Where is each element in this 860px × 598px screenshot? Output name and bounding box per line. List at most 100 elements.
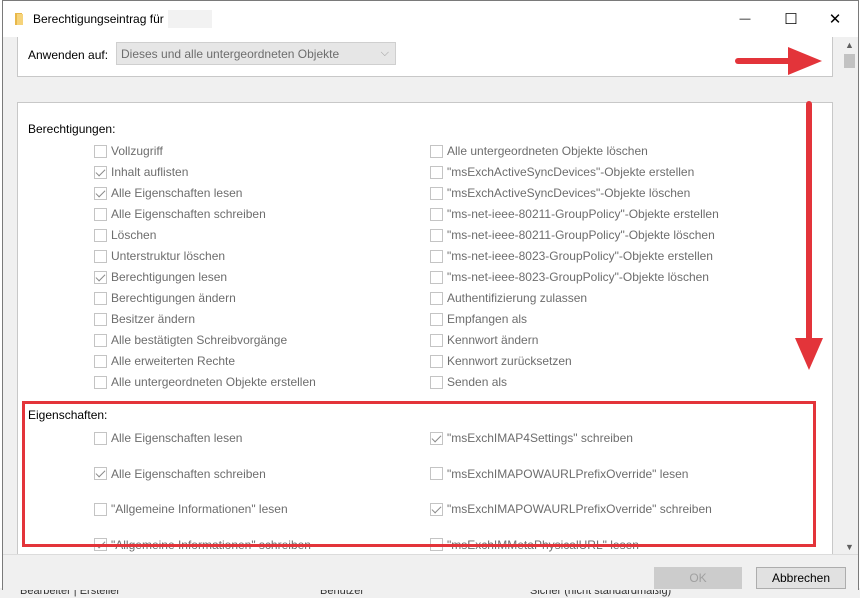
checkbox[interactable] [430, 165, 443, 179]
checkbox-row[interactable]: Alle Eigenschaften schreiben [94, 466, 266, 482]
scroll-thumb[interactable] [844, 54, 855, 68]
folder-icon [15, 13, 23, 25]
checkbox-label: Alle untergeordneten Objekte löschen [447, 144, 648, 158]
scroll-down-arrow-icon[interactable]: ▼ [841, 539, 858, 554]
checkbox-row[interactable]: "msExchIMAPOWAURLPrefixOverride" lesen [430, 466, 688, 482]
checkbox-row[interactable]: "Allgemeine Informationen" schreiben [94, 537, 311, 553]
checkbox-row[interactable]: Alle untergeordneten Objekte löschen [430, 143, 648, 159]
checkbox-row[interactable]: "Allgemeine Informationen" lesen [94, 501, 288, 517]
properties-title: Eigenschaften: [28, 408, 108, 422]
checkbox-label: Löschen [111, 228, 157, 242]
checkbox[interactable] [430, 207, 443, 221]
checkbox[interactable] [430, 333, 443, 347]
checkbox-label: "Allgemeine Informationen" schreiben [111, 537, 311, 552]
checkbox-label: Alle bestätigten Schreibvorgänge [111, 333, 288, 347]
checkbox-row[interactable]: Alle Eigenschaften schreiben [94, 206, 266, 222]
checkbox-row[interactable]: Empfangen als [430, 311, 527, 327]
checkbox-row[interactable]: Berechtigungen ändern [94, 290, 236, 306]
checkbox-label: "Allgemeine Informationen" lesen [111, 502, 288, 516]
checkbox-row[interactable]: Alle untergeordneten Objekte erstellen [94, 374, 316, 390]
checkbox-label: "msExchActiveSyncDevices"-Objekte lösche… [447, 186, 691, 200]
cancel-button[interactable]: Abbrechen [756, 567, 846, 589]
checkbox[interactable] [94, 375, 107, 389]
apply-to-select[interactable]: Dieses und alle untergeordneten Objekte … [116, 42, 396, 65]
checkbox-checked[interactable] [430, 502, 443, 516]
title-bar: Berechtigungseintrag für — ☐ ✕ [3, 1, 858, 37]
checkbox-checked[interactable] [94, 186, 107, 200]
close-icon: ✕ [828, 11, 842, 28]
checkbox[interactable] [94, 354, 107, 368]
vertical-scrollbar[interactable]: ▲ ▼ [841, 37, 858, 554]
checkbox[interactable] [94, 333, 107, 347]
checkbox-row[interactable]: Inhalt auflisten [94, 164, 188, 180]
close-button[interactable]: ✕ [812, 1, 858, 37]
checkbox-label: Berechtigungen ändern [111, 291, 236, 305]
checkbox[interactable] [430, 270, 443, 284]
checkbox[interactable] [430, 291, 443, 305]
checkbox-checked[interactable] [94, 538, 107, 551]
checkbox-row[interactable]: "msExchIMAPOWAURLPrefixOverride" schreib… [430, 501, 712, 517]
checkbox-row[interactable]: Alle Eigenschaften lesen [94, 185, 242, 201]
apply-to-value: Dieses und alle untergeordneten Objekte [121, 47, 340, 61]
maximize-icon: ☐ [784, 11, 798, 28]
checkbox-row[interactable]: "ms-net-ieee-8023-GroupPolicy"-Objekte l… [430, 269, 709, 285]
checkbox-checked[interactable] [94, 165, 107, 179]
checkbox-row[interactable]: Kennwort zurücksetzen [430, 353, 572, 369]
checkbox-row[interactable]: "msExchIMAP4Settings" schreiben [430, 430, 633, 446]
checkbox[interactable] [430, 144, 443, 158]
checkbox[interactable] [94, 291, 107, 305]
maximize-button[interactable]: ☐ [768, 1, 814, 37]
checkbox[interactable] [94, 228, 107, 242]
checkbox-label: "ms-net-ieee-8023-GroupPolicy"-Objekte l… [447, 270, 709, 284]
checkbox[interactable] [94, 207, 107, 221]
checkbox-label: Besitzer ändern [111, 312, 196, 326]
minimize-icon: — [739, 13, 751, 25]
checkbox[interactable] [430, 467, 443, 480]
checkbox-row[interactable]: Vollzugriff [94, 143, 163, 159]
checkbox-row[interactable]: Kennwort ändern [430, 332, 538, 348]
checkbox-row[interactable]: "ms-net-ieee-8023-GroupPolicy"-Objekte e… [430, 248, 713, 264]
checkbox-label: "msExchIMAPOWAURLPrefixOverride" lesen [447, 466, 689, 481]
ok-button[interactable]: OK [654, 567, 742, 589]
checkbox-row[interactable]: Berechtigungen lesen [94, 269, 227, 285]
checkbox-row[interactable]: Senden als [430, 374, 507, 390]
checkbox-row[interactable]: "ms-net-ieee-80211-GroupPolicy"-Objekte … [430, 227, 715, 243]
checkbox-row[interactable]: Alle erweiterten Rechte [94, 353, 235, 369]
checkbox-label: "msExchActiveSyncDevices"-Objekte erstel… [447, 165, 695, 179]
scroll-up-arrow-icon[interactable]: ▲ [841, 37, 858, 52]
checkbox[interactable] [430, 375, 443, 389]
checkbox-label: Inhalt auflisten [111, 165, 189, 179]
checkbox-row[interactable]: Authentifizierung zulassen [430, 290, 587, 306]
checkbox[interactable] [94, 502, 107, 516]
checkbox-row[interactable]: "msExchIMMetaPhysicalURL" lesen [430, 537, 639, 553]
checkbox[interactable] [430, 186, 443, 200]
checkbox-checked[interactable] [430, 431, 443, 445]
checkbox-row[interactable]: Unterstruktur löschen [94, 248, 225, 264]
checkbox-label: Empfangen als [447, 312, 528, 326]
checkbox-checked[interactable] [94, 467, 107, 480]
checkbox-label: Alle erweiterten Rechte [111, 354, 236, 368]
checkbox-row[interactable]: Besitzer ändern [94, 311, 195, 327]
checkbox-row[interactable]: Alle bestätigten Schreibvorgänge [94, 332, 287, 348]
checkbox[interactable] [94, 312, 107, 326]
checkbox[interactable] [430, 538, 443, 551]
checkbox-label: Kennwort ändern [447, 333, 539, 347]
checkbox[interactable] [430, 312, 443, 326]
checkbox[interactable] [430, 228, 443, 242]
checkbox-checked[interactable] [94, 270, 107, 284]
checkbox[interactable] [430, 354, 443, 368]
checkbox[interactable] [430, 249, 443, 263]
checkbox-label: Alle Eigenschaften schreiben [111, 207, 266, 221]
checkbox[interactable] [94, 144, 107, 158]
checkbox[interactable] [94, 249, 107, 263]
checkbox-row[interactable]: Löschen [94, 227, 156, 243]
dialog-footer: OK Abbrechen [3, 554, 858, 590]
checkbox-row[interactable]: Alle Eigenschaften lesen [94, 430, 242, 446]
checkbox-row[interactable]: "msExchActiveSyncDevices"-Objekte lösche… [430, 185, 690, 201]
apply-to-label: Anwenden auf: [28, 48, 109, 62]
checkbox-label: Berechtigungen lesen [111, 270, 228, 284]
minimize-button[interactable]: — [722, 1, 768, 37]
checkbox-row[interactable]: "ms-net-ieee-80211-GroupPolicy"-Objekte … [430, 206, 719, 222]
checkbox[interactable] [94, 431, 107, 445]
checkbox-row[interactable]: "msExchActiveSyncDevices"-Objekte erstel… [430, 164, 694, 180]
